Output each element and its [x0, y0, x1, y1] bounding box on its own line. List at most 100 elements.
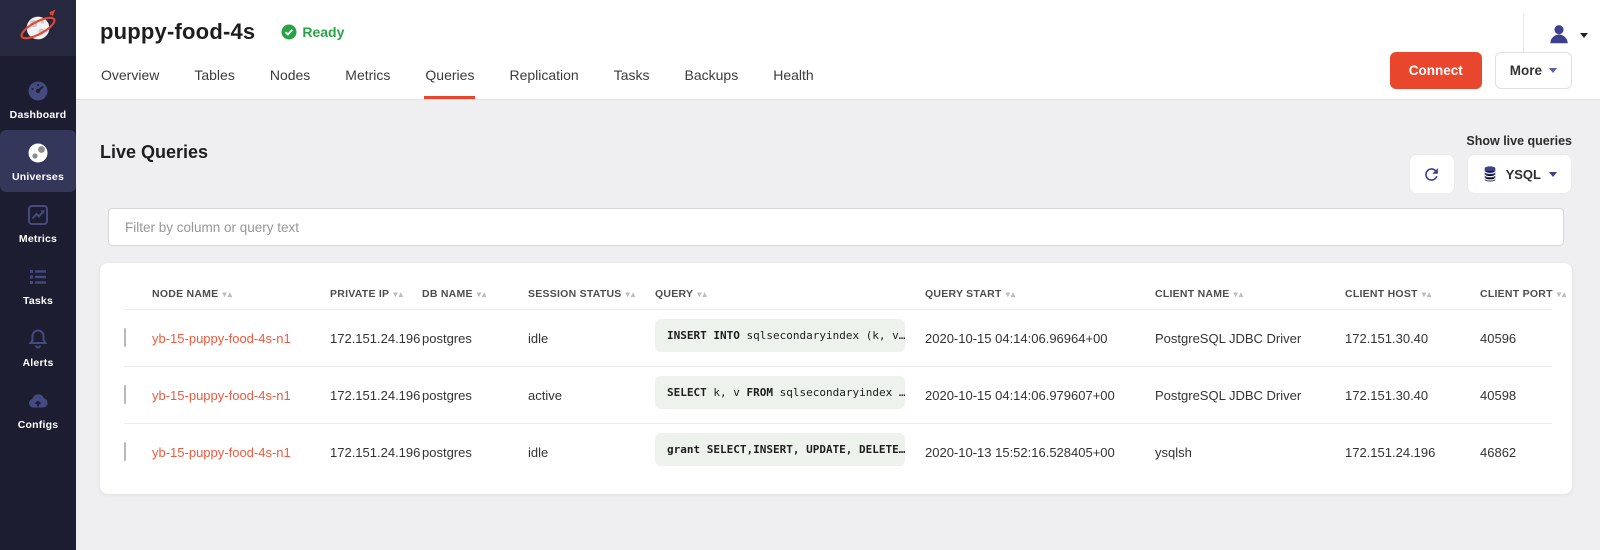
node-name-link[interactable]: yb-15-puppy-food-4s-n1: [152, 445, 291, 460]
sidebar-item-universes[interactable]: Universes: [0, 130, 76, 192]
live-queries-panel: Live Queries Show live queries YSQL NODE…: [76, 100, 1600, 550]
private-ip-cell: 172.151.24.196: [330, 388, 422, 403]
row-checkbox[interactable]: [124, 328, 126, 347]
sidebar-item-alerts[interactable]: Alerts: [0, 316, 76, 378]
session-status-cell: idle: [528, 445, 655, 460]
client-host-cell: 172.151.30.40: [1345, 331, 1480, 346]
metrics-chart-icon: [26, 203, 50, 227]
tab-tables[interactable]: Tables: [193, 57, 235, 99]
status-badge: Ready: [281, 24, 344, 40]
sort-icon: ▾▴: [1557, 289, 1568, 299]
query-start-cell: 2020-10-13 15:52:16.528405+00: [925, 445, 1155, 460]
refresh-button[interactable]: [1409, 154, 1455, 194]
query-text-box[interactable]: grant SELECT,INSERT, UPDATE, DELETE…: [655, 433, 905, 466]
user-menu[interactable]: [1523, 14, 1588, 54]
configs-cloud-upload-icon: [26, 389, 50, 413]
tab-queries[interactable]: Queries: [424, 57, 475, 99]
planet-rocket-logo-icon: [17, 7, 59, 49]
sort-icon: ▾▴: [697, 289, 708, 299]
private-ip-cell: 172.151.24.196: [330, 445, 422, 460]
connect-button[interactable]: Connect: [1390, 52, 1482, 89]
session-status-cell: active: [528, 388, 655, 403]
query-start-cell: 2020-10-15 04:14:06.979607+00: [925, 388, 1155, 403]
client-name-cell: ysqlsh: [1155, 445, 1345, 460]
live-queries-table: NODE NAME▾▴ PRIVATE IP▾▴ DB NAME▾▴ SESSI…: [100, 263, 1572, 494]
api-selector-dropdown[interactable]: YSQL: [1467, 154, 1572, 194]
db-name-cell: postgres: [422, 331, 528, 346]
universe-globe-icon: [26, 141, 50, 165]
db-name-cell: postgres: [422, 388, 528, 403]
client-host-cell: 172.151.30.40: [1345, 388, 1480, 403]
table-row: yb-15-puppy-food-4s-n1 172.151.24.196 po…: [124, 309, 1552, 366]
tab-tasks[interactable]: Tasks: [613, 57, 651, 99]
db-name-cell: postgres: [422, 445, 528, 460]
status-label: Ready: [302, 24, 344, 40]
tab-metrics[interactable]: Metrics: [344, 57, 391, 99]
row-checkbox[interactable]: [124, 442, 126, 461]
sidebar: Dashboard Universes Metrics Tasks Alerts: [0, 0, 76, 550]
sidebar-item-label: Configs: [18, 419, 58, 431]
more-button-label: More: [1510, 63, 1542, 78]
tab-replication[interactable]: Replication: [508, 57, 579, 99]
universe-title: puppy-food-4s: [100, 19, 255, 45]
sidebar-item-metrics[interactable]: Metrics: [0, 192, 76, 254]
tasks-list-icon: [26, 265, 50, 289]
private-ip-cell: 172.151.24.196: [330, 331, 422, 346]
sidebar-item-label: Alerts: [23, 357, 54, 369]
column-header-client-host[interactable]: CLIENT HOST▾▴: [1345, 288, 1480, 300]
sort-icon: ▾▴: [1422, 289, 1433, 299]
tab-nodes[interactable]: Nodes: [269, 57, 311, 99]
sort-icon: ▾▴: [1006, 289, 1017, 299]
sidebar-item-label: Universes: [12, 171, 64, 183]
sidebar-item-label: Metrics: [19, 233, 57, 245]
dashboard-gauge-icon: [26, 79, 50, 103]
client-port-cell: 40596: [1480, 331, 1552, 346]
sidebar-item-configs[interactable]: Configs: [0, 378, 76, 440]
query-filter-input[interactable]: [108, 208, 1564, 246]
yugabyte-logo[interactable]: [0, 0, 76, 56]
query-text-box[interactable]: SELECT k, v FROM sqlsecondaryindex …: [655, 376, 905, 409]
universe-header: puppy-food-4s Ready Overview Tables Node…: [76, 0, 1600, 100]
database-icon: [1482, 165, 1498, 183]
tab-overview[interactable]: Overview: [100, 57, 160, 99]
table-header-row: NODE NAME▾▴ PRIVATE IP▾▴ DB NAME▾▴ SESSI…: [124, 279, 1552, 309]
user-avatar-icon: [1546, 21, 1572, 47]
sort-icon: ▾▴: [626, 289, 637, 299]
client-name-cell: PostgreSQL JDBC Driver: [1155, 331, 1345, 346]
chevron-down-icon: [1549, 68, 1557, 73]
table-row: yb-15-puppy-food-4s-n1 172.151.24.196 po…: [124, 423, 1552, 480]
table-row: yb-15-puppy-food-4s-n1 172.151.24.196 po…: [124, 366, 1552, 423]
column-header-node-name[interactable]: NODE NAME▾▴: [152, 288, 330, 300]
client-port-cell: 46862: [1480, 445, 1552, 460]
api-selector-value: YSQL: [1506, 167, 1541, 182]
column-header-client-port[interactable]: CLIENT PORT▾▴: [1480, 288, 1567, 300]
query-text-box[interactable]: INSERT INTO sqlsecondaryindex (k, v…: [655, 319, 905, 352]
check-circle-icon: [281, 24, 297, 40]
refresh-icon: [1422, 165, 1441, 184]
chevron-down-icon: [1549, 172, 1557, 177]
column-header-private-ip[interactable]: PRIVATE IP▾▴: [330, 288, 422, 300]
sort-icon: ▾▴: [1234, 289, 1245, 299]
column-header-query-start[interactable]: QUERY START▾▴: [925, 288, 1155, 300]
query-start-cell: 2020-10-15 04:14:06.96964+00: [925, 331, 1155, 346]
sidebar-item-dashboard[interactable]: Dashboard: [0, 68, 76, 130]
node-name-link[interactable]: yb-15-puppy-food-4s-n1: [152, 388, 291, 403]
column-header-db-name[interactable]: DB NAME▾▴: [422, 288, 528, 300]
row-checkbox[interactable]: [124, 385, 126, 404]
session-status-cell: idle: [528, 331, 655, 346]
tab-backups[interactable]: Backups: [684, 57, 740, 99]
sidebar-item-label: Dashboard: [10, 109, 67, 121]
client-host-cell: 172.151.24.196: [1345, 445, 1480, 460]
chevron-down-icon: [1580, 33, 1588, 38]
more-button[interactable]: More: [1495, 52, 1572, 89]
column-header-session-status[interactable]: SESSION STATUS▾▴: [528, 288, 655, 300]
node-name-link[interactable]: yb-15-puppy-food-4s-n1: [152, 331, 291, 346]
alerts-bell-icon: [26, 327, 50, 351]
page-title: Live Queries: [100, 142, 208, 163]
tab-health[interactable]: Health: [772, 57, 814, 99]
sidebar-item-tasks[interactable]: Tasks: [0, 254, 76, 316]
sort-icon: ▾▴: [393, 289, 404, 299]
column-header-client-name[interactable]: CLIENT NAME▾▴: [1155, 288, 1345, 300]
sort-icon: ▾▴: [477, 289, 488, 299]
column-header-query[interactable]: QUERY▾▴: [655, 288, 925, 300]
